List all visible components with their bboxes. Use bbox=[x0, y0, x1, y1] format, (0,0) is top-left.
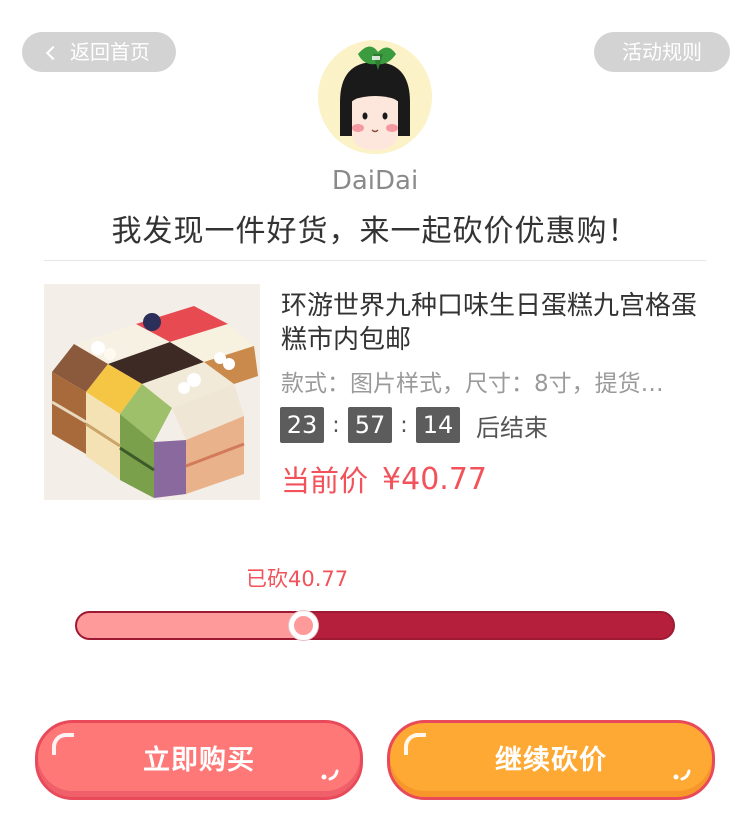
current-price: 当前价 ¥40.77 bbox=[281, 458, 487, 500]
back-home-button[interactable]: 返回首页 bbox=[22, 32, 176, 72]
buy-now-button[interactable]: 立即购买 bbox=[35, 720, 363, 800]
chevron-left-icon bbox=[45, 45, 61, 60]
sparkle-dots-icon bbox=[673, 769, 691, 781]
countdown-suffix: 后结束 bbox=[476, 413, 548, 442]
product-image[interactable] bbox=[44, 284, 260, 500]
divider bbox=[44, 260, 706, 261]
bargain-progress-knob bbox=[289, 611, 319, 640]
countdown-hours: 23 bbox=[280, 407, 324, 443]
countdown-minutes: 57 bbox=[348, 407, 392, 443]
sparkle-dots-icon bbox=[321, 769, 339, 781]
continue-bargain-label: 继续砍价 bbox=[495, 745, 607, 776]
button-shine-icon bbox=[404, 733, 426, 755]
bargain-progress-bar bbox=[75, 611, 675, 640]
avatar bbox=[318, 40, 432, 154]
username: DaiDai bbox=[331, 166, 419, 196]
activity-rules-button[interactable]: 活动规则 bbox=[594, 32, 730, 72]
continue-bargain-button[interactable]: 继续砍价 bbox=[387, 720, 715, 800]
price-value: ¥40.77 bbox=[382, 461, 487, 497]
button-shine-icon bbox=[52, 733, 74, 755]
bargain-amount-tip: 已砍40.77 bbox=[246, 567, 349, 591]
countdown-seconds: 14 bbox=[416, 407, 460, 443]
bargain-progress-fill bbox=[77, 613, 304, 638]
back-home-label: 返回首页 bbox=[70, 40, 150, 64]
cartoon-avatar-icon bbox=[318, 40, 432, 154]
countdown-separator: : bbox=[400, 412, 408, 438]
product-title[interactable]: 环游世界九种口味生日蛋糕九宫格蛋糕市内包邮 bbox=[281, 289, 711, 357]
product-spec: 款式：图片样式，尺寸：8寸，提货… bbox=[281, 371, 664, 397]
countdown: 23 : 57 : 14 后结束 bbox=[280, 407, 548, 443]
buy-now-label: 立即购买 bbox=[143, 745, 255, 776]
cake-image bbox=[44, 284, 260, 500]
countdown-separator: : bbox=[332, 412, 340, 438]
price-label: 当前价 bbox=[281, 464, 369, 498]
share-slogan: 我发现一件好货，来一起砍价优惠购！ bbox=[111, 214, 639, 249]
